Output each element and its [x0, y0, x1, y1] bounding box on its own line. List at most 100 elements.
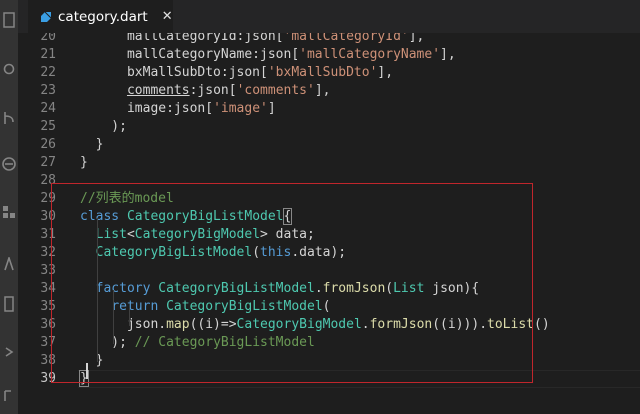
tab-label: category.dart	[58, 8, 148, 25]
code-text: }	[80, 154, 88, 172]
line-number: 33	[40, 263, 56, 278]
code-token: fromJson	[322, 281, 386, 296]
line-number: 38	[40, 353, 56, 368]
line-number: 32	[40, 245, 56, 260]
indent-guide	[129, 308, 130, 326]
code-token: );	[80, 119, 127, 134]
code-token: }	[80, 353, 104, 368]
code-token: // CategoryBigListModel	[134, 335, 315, 350]
line-number: 30	[40, 209, 56, 224]
code-token: 'mallCategoryId'	[283, 33, 409, 44]
line-number: 23	[40, 83, 56, 98]
code-text: }	[80, 136, 104, 154]
code-text: return CategoryBigListModel(	[80, 298, 330, 316]
flutter-icon[interactable]	[0, 252, 18, 276]
code-token: .	[314, 281, 323, 296]
debug-icon[interactable]	[0, 152, 18, 176]
source-control-icon[interactable]	[0, 106, 18, 130]
code-line[interactable]: 20 mallCategoryId:json['mallCategoryId']…	[18, 33, 640, 46]
code-token: formJson	[369, 317, 433, 332]
code-text: mallCategoryName:json['mallCategoryName'…	[80, 46, 456, 64]
code-token: map	[166, 317, 190, 332]
code-token: .data);	[291, 245, 347, 260]
code-line[interactable]: 23 comments:json['comments'],	[18, 82, 640, 100]
activity-bar	[0, 0, 18, 414]
search-icon[interactable]	[0, 58, 18, 82]
code-line[interactable]: 27}	[18, 154, 640, 172]
code-text: factory CategoryBigListModel.fromJson(Li…	[80, 280, 480, 298]
code-text: }	[80, 352, 104, 370]
code-token: json){	[424, 281, 480, 296]
line-number: 21	[40, 47, 56, 62]
arrow-icon[interactable]	[0, 340, 18, 364]
remote-icon[interactable]	[0, 292, 18, 316]
code-token: ],	[314, 83, 331, 98]
code-line[interactable]: 24 image:json['image']	[18, 100, 640, 118]
settings-icon[interactable]	[0, 384, 18, 408]
code-line[interactable]: 34 factory CategoryBigListModel.fromJson…	[18, 280, 640, 298]
code-token: CategoryBigListModel	[166, 299, 323, 314]
code-line[interactable]: 22 bxMallSubDto:json['bxMallSubDto'],	[18, 64, 640, 82]
close-icon[interactable]: ✕	[162, 9, 173, 24]
code-token: factory	[95, 281, 151, 296]
code-line[interactable]: 31 List<CategoryBigModel> data;	[18, 226, 640, 244]
code-line[interactable]: 25 );	[18, 118, 640, 136]
code-token: ((i)=>	[189, 317, 237, 332]
code-line[interactable]: 37 ); // CategoryBigListModel	[18, 334, 640, 352]
line-number: 31	[40, 227, 56, 242]
code-text: bxMallSubDto:json['bxMallSubDto'],	[80, 64, 393, 82]
code-line[interactable]: 36 json.map((i)=>CategoryBigModel.formJs…	[18, 316, 640, 334]
code-token: .	[361, 317, 370, 332]
code-line[interactable]: 26 }	[18, 136, 640, 154]
code-token: this	[260, 245, 292, 260]
code-token: ],	[440, 47, 456, 62]
code-token: ]	[267, 101, 276, 116]
code-token: }	[80, 137, 104, 152]
code-token: mallCategoryName:json[	[80, 47, 300, 62]
indent-guide	[97, 218, 98, 362]
code-text: class CategoryBigListModel{	[80, 208, 293, 226]
code-token: 'mallCategoryName'	[299, 47, 441, 62]
code-token: 'comments'	[236, 83, 315, 98]
code-line[interactable]: 35 return CategoryBigListModel(	[18, 298, 640, 316]
active-line-highlight	[78, 370, 640, 388]
code-token: comments	[126, 83, 190, 98]
tab-category-dart[interactable]: category.dart ✕	[28, 0, 173, 33]
code-token: (	[252, 245, 261, 260]
code-line[interactable]: 28	[18, 172, 640, 190]
code-token: {	[282, 208, 293, 225]
code-token: (	[385, 281, 394, 296]
code-editor[interactable]: 20 mallCategoryId:json['mallCategoryId']…	[18, 33, 640, 414]
explorer-icon[interactable]	[0, 8, 18, 32]
code-text: ); // CategoryBigListModel	[80, 334, 315, 352]
code-token: //列表的model	[80, 191, 174, 206]
code-line[interactable]: 21 mallCategoryName:json['mallCategoryNa…	[18, 46, 640, 64]
code-line[interactable]: 32 CategoryBigListModel(this.data);	[18, 244, 640, 262]
code-text: image:json['image']	[80, 100, 276, 118]
code-line[interactable]: 39}	[18, 370, 640, 388]
line-number: 37	[40, 335, 56, 350]
code-text: mallCategoryId:json['mallCategoryId'],	[80, 33, 424, 46]
code-token: CategoryBigListModel	[95, 245, 253, 260]
code-token: return	[111, 299, 159, 314]
code-text: comments:json['comments'],	[80, 82, 331, 100]
code-line[interactable]: 38 }	[18, 352, 640, 370]
code-line[interactable]: 29 //列表的model	[18, 190, 640, 208]
code-token: > data;	[260, 227, 315, 242]
code-token: );	[80, 335, 135, 350]
line-number: 35	[40, 299, 56, 314]
code-token: }	[80, 155, 88, 170]
extensions-icon[interactable]	[0, 200, 18, 224]
code-line[interactable]: 33	[18, 262, 640, 280]
code-text: CategoryBigListModel(this.data);	[80, 244, 346, 262]
code-line[interactable]: 30 class CategoryBigListModel{	[18, 208, 640, 226]
code-token: ],	[408, 33, 425, 44]
code-token: class	[80, 209, 120, 224]
code-token: CategoryBigModel	[236, 317, 362, 332]
code-text: List<CategoryBigModel> data;	[80, 226, 315, 244]
line-number: 27	[40, 155, 56, 170]
